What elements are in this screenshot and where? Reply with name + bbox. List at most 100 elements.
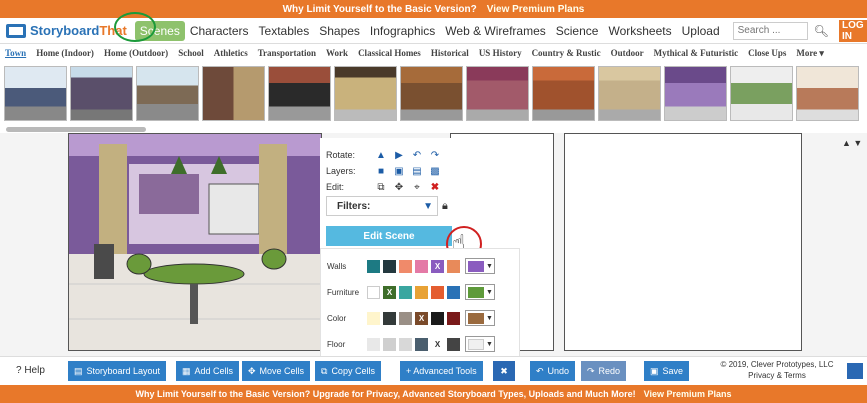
- flip-vertical-icon[interactable]: ▲: [372, 150, 390, 161]
- scene-thumbnail[interactable]: [70, 66, 133, 121]
- category-us-history[interactable]: US History: [474, 48, 527, 58]
- delete-icon[interactable]: ✖: [426, 182, 444, 193]
- edit-scene-button[interactable]: Edit Scene: [326, 226, 452, 246]
- login-button[interactable]: LOG IN: [839, 20, 867, 42]
- color-swatch[interactable]: [367, 259, 380, 273]
- color-swatch[interactable]: [447, 311, 460, 325]
- undo-button[interactable]: ↶ Undo: [530, 361, 576, 381]
- send-backward-icon[interactable]: ▤: [408, 166, 426, 177]
- category-more-dropdown[interactable]: More ▾: [791, 48, 829, 59]
- color-swatch-selected[interactable]: X: [383, 285, 396, 299]
- storyboard-cell-1[interactable]: [68, 133, 322, 351]
- color-swatch[interactable]: [415, 259, 428, 273]
- color-swatch[interactable]: [447, 337, 460, 351]
- color-swatch[interactable]: [399, 311, 412, 325]
- scene-thumbnail[interactable]: [268, 66, 331, 121]
- category-home-indoor[interactable]: Home (Indoor): [31, 48, 99, 58]
- color-swatch[interactable]: [399, 259, 412, 273]
- scene-thumbnail[interactable]: [466, 66, 529, 121]
- color-swatch[interactable]: [447, 285, 460, 299]
- scene-thumbnail[interactable]: [598, 66, 661, 121]
- scene-thumbnail[interactable]: [730, 66, 793, 121]
- category-country-rustic[interactable]: Country & Rustic: [527, 48, 606, 58]
- copy-cells-button[interactable]: ⧉ Copy Cells: [315, 361, 381, 381]
- save-button[interactable]: ▣ Save: [644, 361, 690, 381]
- category-historical[interactable]: Historical: [426, 48, 474, 58]
- scene-thumbnail[interactable]: [532, 66, 595, 121]
- view-premium-plans-link[interactable]: View Premium Plans: [644, 389, 732, 399]
- premium-banner-bottom[interactable]: Why Limit Yourself to the Basic Version?…: [0, 385, 867, 403]
- category-home-outdoor[interactable]: Home (Outdoor): [99, 48, 173, 58]
- color-swatch[interactable]: [367, 311, 380, 325]
- color-swatch[interactable]: [367, 285, 380, 299]
- category-athletics[interactable]: Athletics: [209, 48, 253, 58]
- color-dropdown[interactable]: ▼: [465, 310, 495, 326]
- color-swatch[interactable]: [383, 259, 396, 273]
- fullscreen-icon[interactable]: [845, 361, 865, 381]
- category-close-ups[interactable]: Close Ups: [743, 48, 791, 58]
- privacy-terms-link[interactable]: Privacy & Terms: [712, 370, 842, 381]
- scene-thumbnail[interactable]: [334, 66, 397, 121]
- scene-thumbnail[interactable]: [400, 66, 463, 121]
- resize-icon[interactable]: ✥: [390, 182, 408, 193]
- color-swatch[interactable]: [383, 311, 396, 325]
- color-swatch[interactable]: [399, 285, 412, 299]
- scene-thumbnail[interactable]: [202, 66, 265, 121]
- category-outdoor[interactable]: Outdoor: [606, 48, 649, 58]
- category-town[interactable]: Town: [0, 48, 31, 58]
- send-to-back-icon[interactable]: ▩: [426, 166, 444, 177]
- copy-icon[interactable]: ⧉: [372, 182, 390, 193]
- nav-worksheets[interactable]: Worksheets: [603, 21, 676, 41]
- bring-forward-icon[interactable]: ▣: [390, 166, 408, 177]
- color-swatch-selected[interactable]: X: [431, 259, 444, 273]
- nav-characters[interactable]: Characters: [185, 21, 254, 41]
- redo-button[interactable]: ↷ Redo: [581, 361, 627, 381]
- walls-color-dropdown[interactable]: ▼: [465, 258, 495, 274]
- nav-shapes[interactable]: Shapes: [314, 21, 365, 41]
- color-swatch-selected[interactable]: X: [431, 337, 444, 351]
- nav-science[interactable]: Science: [551, 21, 604, 41]
- color-swatch[interactable]: [431, 311, 444, 325]
- scene-thumbnail[interactable]: [796, 66, 859, 121]
- category-transportation[interactable]: Transportation: [253, 48, 321, 58]
- flip-horizontal-icon[interactable]: ▶: [390, 150, 408, 161]
- rotate-right-icon[interactable]: ↷: [426, 150, 444, 161]
- bring-to-front-icon[interactable]: ■: [372, 166, 390, 177]
- color-swatch[interactable]: [431, 285, 444, 299]
- add-cells-button[interactable]: ▦ Add Cells: [176, 361, 240, 381]
- view-premium-plans-link[interactable]: View Premium Plans: [487, 4, 585, 15]
- color-swatch[interactable]: [447, 259, 460, 273]
- rotate-left-icon[interactable]: ↶: [408, 150, 426, 161]
- search-input[interactable]: [732, 21, 808, 40]
- storyboardthat-logo[interactable]: Storyboard That: [6, 23, 127, 38]
- scroll-up-down-icon[interactable]: ▲ ▼: [842, 138, 862, 148]
- category-work[interactable]: Work: [321, 48, 353, 58]
- scene-thumbnail[interactable]: [4, 66, 67, 121]
- category-school[interactable]: School: [173, 48, 209, 58]
- nav-textables[interactable]: Textables: [254, 21, 315, 41]
- filters-dropdown[interactable]: Filters: ▼: [326, 196, 438, 216]
- crop-icon[interactable]: ⌖: [408, 182, 426, 193]
- color-swatch[interactable]: [399, 337, 412, 351]
- nav-upload[interactable]: Upload: [677, 21, 725, 41]
- lock-icon[interactable]: 🔒︎: [442, 200, 448, 213]
- color-swatch-selected[interactable]: X: [415, 311, 428, 325]
- search-icon[interactable]: 🔍︎: [814, 24, 829, 38]
- storyboard-cell-3[interactable]: [564, 133, 802, 351]
- nav-web-wireframes[interactable]: Web & Wireframes: [440, 21, 550, 41]
- expand-icon[interactable]: ✖: [493, 361, 515, 381]
- nav-infographics[interactable]: Infographics: [365, 21, 440, 41]
- advanced-tools-button[interactable]: + Advanced Tools: [400, 361, 483, 381]
- category-classical-homes[interactable]: Classical Homes: [353, 48, 426, 58]
- color-swatch[interactable]: [383, 337, 396, 351]
- category-mythical-futuristic[interactable]: Mythical & Futuristic: [649, 48, 744, 58]
- color-swatch[interactable]: [367, 337, 380, 351]
- thumbnail-scrollbar[interactable]: [6, 127, 146, 132]
- color-swatch[interactable]: [415, 337, 428, 351]
- color-swatch[interactable]: [415, 285, 428, 299]
- furniture-color-dropdown[interactable]: ▼: [465, 284, 495, 300]
- scene-thumbnail[interactable]: [136, 66, 199, 121]
- help-button[interactable]: ? Help: [16, 365, 45, 376]
- scene-thumbnail[interactable]: [664, 66, 727, 121]
- floor-color-dropdown[interactable]: ▼: [465, 336, 495, 352]
